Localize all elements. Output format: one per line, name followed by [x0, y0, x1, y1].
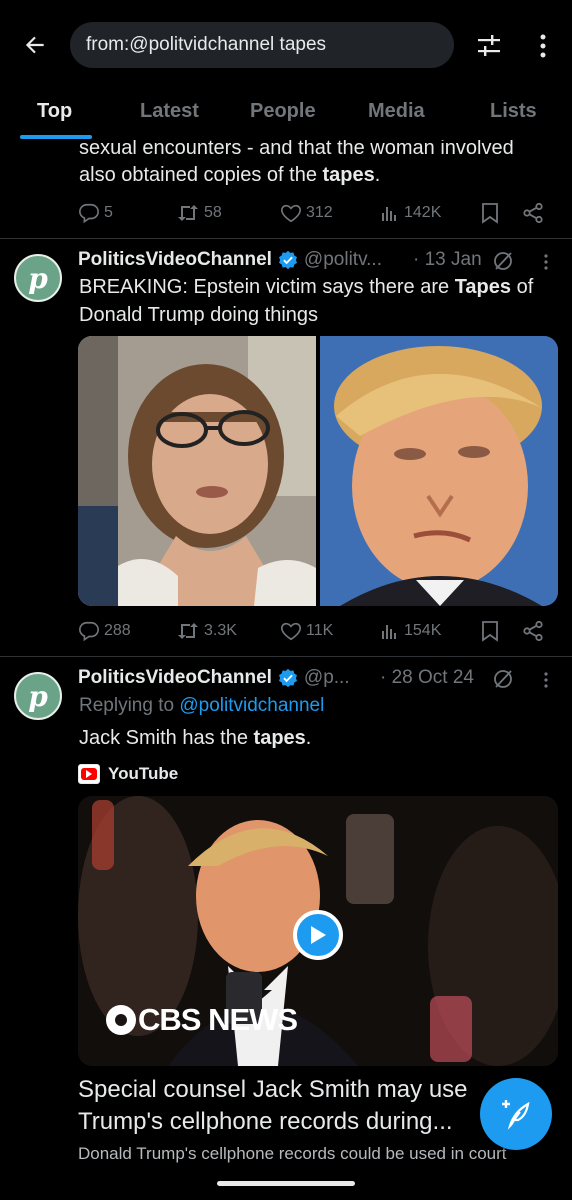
tweet-date[interactable]: · 28 Oct 24	[380, 667, 474, 689]
bookmark-icon[interactable]	[478, 198, 502, 228]
search-field[interactable]	[70, 22, 454, 68]
views-chart-icon	[382, 207, 396, 221]
tweet-text-line: sexual encounters - and that the woman i…	[79, 140, 514, 159]
video-thumbnail[interactable]: CBS NEWS	[78, 796, 558, 1066]
replying-to: Replying to @politvidchannel	[79, 695, 325, 716]
search-match: Tapes	[454, 276, 512, 298]
link-card-title[interactable]: Special counsel Jack Smith may use	[78, 1074, 468, 1106]
tweet-header: PoliticsVideoChannel @politv...	[78, 247, 382, 273]
media-photo[interactable]	[320, 336, 558, 606]
tab-lists[interactable]: Lists	[490, 92, 537, 140]
search-match: tapes	[253, 727, 306, 749]
handle[interactable]: @p...	[304, 667, 350, 689]
tweet-header: PoliticsVideoChannel @p...	[78, 665, 350, 691]
heart-icon	[281, 622, 301, 641]
share-icon[interactable]	[520, 616, 546, 646]
search-input[interactable]	[86, 34, 454, 56]
compose-post-button[interactable]	[480, 1078, 552, 1150]
like-button[interactable]: 11K	[280, 616, 333, 646]
play-button-icon[interactable]	[293, 910, 343, 960]
views-button[interactable]: 154K	[380, 616, 441, 646]
link-card-title[interactable]: Trump's cellphone records during...	[78, 1106, 453, 1138]
avatar[interactable]: p	[14, 254, 62, 302]
like-count: 11K	[306, 622, 334, 639]
view-count: 142K	[404, 204, 442, 221]
media-photo[interactable]	[78, 336, 316, 606]
repost-icon	[178, 205, 198, 221]
tab-latest[interactable]: Latest	[140, 92, 199, 140]
tweet-text-line: BREAKING: Epstein victim says there are …	[79, 276, 534, 298]
share-icon[interactable]	[520, 198, 546, 228]
youtube-icon	[78, 764, 100, 784]
divider	[0, 656, 572, 657]
verified-badge-icon	[278, 250, 298, 270]
tweet-text-line: Donald Trump doing things	[79, 304, 319, 326]
like-count: 312	[306, 204, 333, 221]
reply-icon	[79, 621, 99, 642]
feather-plus-icon	[502, 1100, 530, 1130]
display-name[interactable]: PoliticsVideoChannel	[78, 249, 272, 271]
tweet-more-icon[interactable]	[538, 667, 554, 693]
like-button[interactable]: 312	[280, 198, 333, 228]
link-source[interactable]: YouTube	[78, 762, 178, 786]
search-results-feed[interactable]: sexual encounters - and that the woman i…	[0, 140, 572, 1200]
tab-top[interactable]: Top	[37, 92, 72, 140]
reply-button[interactable]: 288	[78, 616, 131, 646]
repost-count: 3.3K	[204, 622, 237, 639]
view-count: 154K	[404, 622, 442, 639]
cbs-news-logo: CBS NEWS	[106, 1002, 298, 1038]
tweet-text-line: also obtained copies of the tapes.	[79, 164, 381, 186]
tweet-actions: 288 3.3K 11K 154K	[78, 616, 548, 646]
tab-people[interactable]: People	[250, 92, 316, 140]
repost-button[interactable]: 58	[176, 198, 222, 228]
handle[interactable]: @politv...	[304, 249, 382, 271]
tweet-media-grid[interactable]	[78, 336, 558, 606]
tweet-date[interactable]: · 13 Jan	[413, 249, 482, 271]
repost-button[interactable]: 3.3K	[176, 616, 237, 646]
reply-icon	[79, 203, 99, 224]
search-tabs: Top Latest People Media Lists	[0, 92, 572, 140]
reply-count: 288	[104, 622, 131, 639]
avatar[interactable]: p	[14, 672, 62, 720]
tweet-actions: 5 58 312 142K	[78, 198, 548, 228]
more-options-icon[interactable]	[528, 29, 558, 63]
divider	[0, 238, 572, 239]
tab-media[interactable]: Media	[368, 92, 425, 140]
link-source-name: YouTube	[108, 764, 179, 783]
search-match: tapes	[322, 164, 375, 186]
top-bar: Top Latest People Media Lists	[0, 0, 572, 140]
active-tab-indicator	[20, 135, 92, 139]
cbs-eye-icon	[106, 1005, 136, 1035]
replying-to-handle[interactable]: @politvidchannel	[179, 695, 324, 716]
home-indicator[interactable]	[217, 1181, 355, 1186]
views-chart-icon	[382, 625, 396, 639]
filter-sliders-icon[interactable]	[472, 29, 506, 63]
heart-icon	[281, 204, 301, 223]
views-button[interactable]: 142K	[380, 198, 441, 228]
back-arrow-icon[interactable]	[18, 28, 52, 62]
reply-button[interactable]: 5	[78, 198, 113, 228]
bookmark-icon[interactable]	[478, 616, 502, 646]
link-card-description: Donald Trump's cellphone records could b…	[78, 1144, 507, 1163]
tweet-more-icon[interactable]	[538, 249, 554, 275]
display-name[interactable]: PoliticsVideoChannel	[78, 667, 272, 689]
repost-count: 58	[204, 204, 222, 221]
reply-count: 5	[104, 204, 113, 221]
repost-icon	[178, 623, 198, 639]
verified-badge-icon	[278, 668, 298, 688]
grok-icon[interactable]	[492, 668, 514, 695]
tweet-text-line: Jack Smith has the tapes.	[79, 727, 312, 749]
